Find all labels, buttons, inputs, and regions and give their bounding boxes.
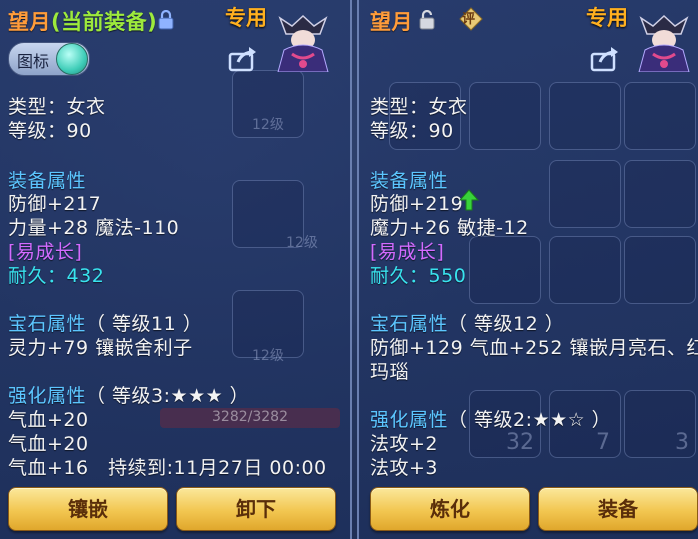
current-equip-tag: (当前装备) [51,10,158,34]
gem-attr-heading: 宝石属性 [370,313,449,335]
item-type: 类型：女衣 [8,96,106,118]
durability-label: 耐久： [8,265,67,287]
toggle-knob[interactable] [56,43,88,75]
growth-tag: [易成长] [8,241,83,263]
gem-attr-row: 宝石属性（ 等级11 ） [8,309,202,336]
gem-stat: 防御+129 气血+252 镶嵌月亮石、红 [370,337,698,359]
gem-stat: 灵力+79 镶嵌舍利子 [8,337,193,359]
equip-stat: 力量+28 魔法-110 [8,217,180,239]
exclusive-label: 专用 [225,6,267,30]
gem-stat-cont: 玛瑙 [370,361,410,383]
durability: 耐久：550 [370,261,466,288]
enhance-stat: 法攻+2 [370,433,439,455]
icon-toggle[interactable]: 图标 [8,42,90,76]
gem-level: （ 等级11 ） [86,313,203,335]
enhance-stat: 法攻+3 [370,457,439,479]
durability-value: 432 [66,265,105,287]
item-name: 望月 [370,10,413,34]
item-type: 类型：女衣 [370,96,468,118]
item-title: 望月(当前装备) [8,6,157,36]
gem-level: （ 等级12 ） [448,313,565,335]
equip-stat: 防御+219 [370,193,464,215]
share-icon[interactable] [590,46,620,72]
equipped-item-panel: 12级 12级 12级 3282/3282 望月(当前装备) 专用 图标 类型：… [0,0,352,539]
enhance-attr-heading: 强化属性 [8,385,87,407]
character-avatar [638,14,690,72]
bg-stack-count: 32 [506,430,534,455]
unlock-icon[interactable] [419,10,437,30]
stat-up-arrow-icon [459,189,479,211]
bg-slot [549,160,621,228]
lock-icon[interactable] [158,10,174,30]
item-level: 等级：90 [370,120,454,142]
equip-button[interactable]: 装备 [538,487,698,531]
enhance-attr-row: 强化属性（ 等级3:★★★ ） [8,381,249,408]
exclusive-label: 专用 [586,6,628,30]
icon-toggle-label: 图标 [17,52,50,71]
bg-level-text: 12级 [252,348,284,364]
enhance-attr-row: 强化属性（ 等级2:★★☆ ） [370,405,611,432]
item-name: 望月 [8,10,51,34]
enhance-stat: 气血+20 [8,409,89,431]
enhance-stat: 气血+16 持续到:11月27日 00:00 [8,457,327,479]
compare-item-panel: 32 7 3 望月 评 专用 类型：女衣 等级：90 装备属性 防御+219 魔… [357,0,698,539]
durability-value: 550 [428,265,467,287]
bg-slot [549,236,621,304]
durability: 耐久：432 [8,261,104,288]
equip-stat: 魔力+26 敏捷-12 [370,217,529,239]
gem-attr-row: 宝石属性（ 等级12 ） [370,309,564,336]
character-avatar [277,14,329,72]
gem-attr-heading: 宝石属性 [8,313,87,335]
bg-slot [549,82,621,150]
unequip-button[interactable]: 卸下 [176,487,336,531]
item-compare-screen: 12级 12级 12级 3282/3282 望月(当前装备) 专用 图标 类型：… [0,0,698,539]
item-level: 等级：90 [8,120,92,142]
enhance-stat: 气血+20 [8,433,89,455]
enhance-level: （ 等级2:★★☆ ） [448,409,612,431]
rate-badge-label: 评 [462,12,476,27]
share-icon[interactable] [228,46,258,72]
bg-hp-text: 3282/3282 [212,409,288,425]
enhance-attr-heading: 强化属性 [370,409,449,431]
bg-stack-count: 7 [596,430,610,455]
bg-slot [624,160,696,228]
durability-label: 耐久： [370,265,429,287]
enhance-level: （ 等级3:★★★ ） [86,385,250,407]
refine-button[interactable]: 炼化 [370,487,530,531]
equip-stat: 防御+217 [8,193,102,215]
bg-slot [469,236,541,304]
bg-slot [469,82,541,150]
bg-stack-count: 3 [675,430,689,455]
bg-slot [624,236,696,304]
inlay-button[interactable]: 镶嵌 [8,487,168,531]
bg-slot [624,82,696,150]
bg-level-text: 12级 [252,117,284,133]
bg-level-text: 12级 [286,235,318,251]
growth-tag: [易成长] [370,241,445,263]
